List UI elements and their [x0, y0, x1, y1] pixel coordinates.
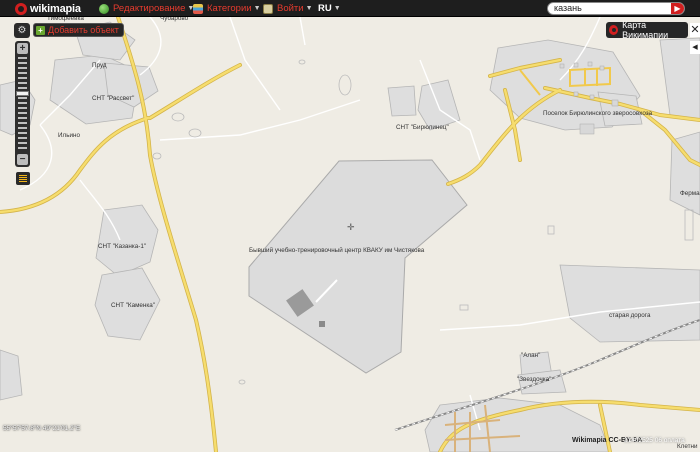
label-snt-biryulinets[interactable]: СНТ "Бирюлинец" [396, 124, 449, 131]
zoom-tick[interactable] [18, 72, 27, 74]
zoom-tick[interactable] [18, 62, 27, 64]
chevron-down-icon: ▼ [253, 5, 261, 12]
label-staraya-doroga[interactable]: старая дорога [609, 312, 650, 319]
menu-categories[interactable]: Категории ▼ [193, 0, 261, 17]
zoom-tick[interactable] [18, 127, 27, 129]
layers-icon[interactable] [16, 172, 30, 185]
label-ferma[interactable]: Ферма [680, 190, 700, 197]
zoom-tick[interactable] [18, 87, 27, 89]
menu-language[interactable]: RU ▼ [318, 0, 341, 17]
add-icon: + [36, 25, 45, 35]
menu-edit-label: Редактирование [113, 3, 186, 14]
search-input[interactable] [548, 3, 671, 14]
coordinates-readout: 55°57'57.8"N 49°21'01.2"E [3, 425, 81, 432]
collapse-panel-icon[interactable]: ◀ [690, 41, 700, 54]
wikimapia-logo-icon [15, 2, 27, 15]
zoom-tick[interactable] [18, 102, 27, 104]
zoom-tick[interactable] [18, 137, 27, 139]
add-object-label: Добавить объект [48, 25, 119, 35]
chevron-down-icon: ▼ [333, 5, 341, 12]
zoom-tick[interactable] [18, 117, 27, 119]
zoom-tick[interactable] [18, 132, 27, 134]
search-go-button[interactable]: ▶ [671, 3, 684, 14]
map-canvas[interactable] [0, 17, 700, 452]
zoom-in-button[interactable]: + [17, 43, 28, 54]
globe-icon [99, 3, 109, 14]
wikimapia-map-label: Карта Викимапии [622, 20, 669, 40]
label-kletni[interactable]: Клетни [677, 443, 698, 450]
add-object-button[interactable]: + Добавить объект [33, 23, 124, 37]
label-snt-kamenka[interactable]: СНТ "Каменка" [111, 302, 155, 309]
close-icon[interactable]: ✕ [690, 23, 700, 37]
menu-login-label: Войти [277, 3, 304, 14]
label-prud[interactable]: Пруд [92, 62, 107, 69]
zoom-tick[interactable] [18, 107, 27, 109]
label-alan[interactable]: "Алан" [521, 352, 540, 359]
zoom-tick[interactable] [18, 122, 27, 124]
zoom-tick[interactable] [18, 142, 27, 144]
label-snt-kazanka[interactable]: СНТ "Казанка-1" [98, 243, 146, 250]
zoom-tick[interactable] [18, 112, 27, 114]
top-bar: wikimapia Редактирование ▼ Категории ▼ В… [0, 0, 700, 17]
zoom-tick[interactable] [18, 77, 27, 79]
login-icon [263, 3, 273, 14]
wikimapia-logo-icon [609, 25, 619, 35]
label-zvezdochka[interactable]: "Звездочка" [517, 376, 551, 383]
menu-login[interactable]: Войти ▼ [263, 0, 313, 17]
search-box: ▶ [547, 2, 685, 15]
imagery-date: 21402525 06 оплата [624, 437, 685, 444]
settings-gear-icon[interactable]: ⚙ [14, 23, 30, 38]
zoom-thumb[interactable] [16, 91, 29, 96]
zoom-out-button[interactable]: − [17, 154, 28, 165]
label-poselok[interactable]: Поселок Бирюлинского зверосовхоза [543, 110, 652, 117]
zoom-tick[interactable] [18, 97, 27, 99]
wikimapia-logo[interactable]: wikimapia [15, 1, 81, 16]
menu-edit[interactable]: Редактирование ▼ [99, 0, 194, 17]
label-training-center[interactable]: Бывший учебно-тренировочный центр КВАКУ … [249, 247, 424, 254]
zoom-tick[interactable] [18, 67, 27, 69]
categories-icon [193, 3, 203, 14]
zoom-slider[interactable]: + − [15, 41, 30, 167]
crosshair-icon: ✛ [347, 222, 355, 232]
label-snt-rassvet[interactable]: СНТ "Рассвет" [92, 95, 134, 102]
zoom-tick[interactable] [18, 82, 27, 84]
zoom-tick[interactable] [18, 147, 27, 149]
wikimapia-map-button[interactable]: Карта Викимапии [606, 20, 688, 40]
menu-categories-label: Категории [207, 3, 252, 14]
logo-text: wikimapia [30, 2, 81, 15]
label-ilino[interactable]: Ильино [58, 132, 80, 139]
chevron-down-icon: ▼ [305, 5, 313, 12]
zoom-tick[interactable] [18, 57, 27, 59]
menu-language-label: RU [318, 3, 332, 14]
